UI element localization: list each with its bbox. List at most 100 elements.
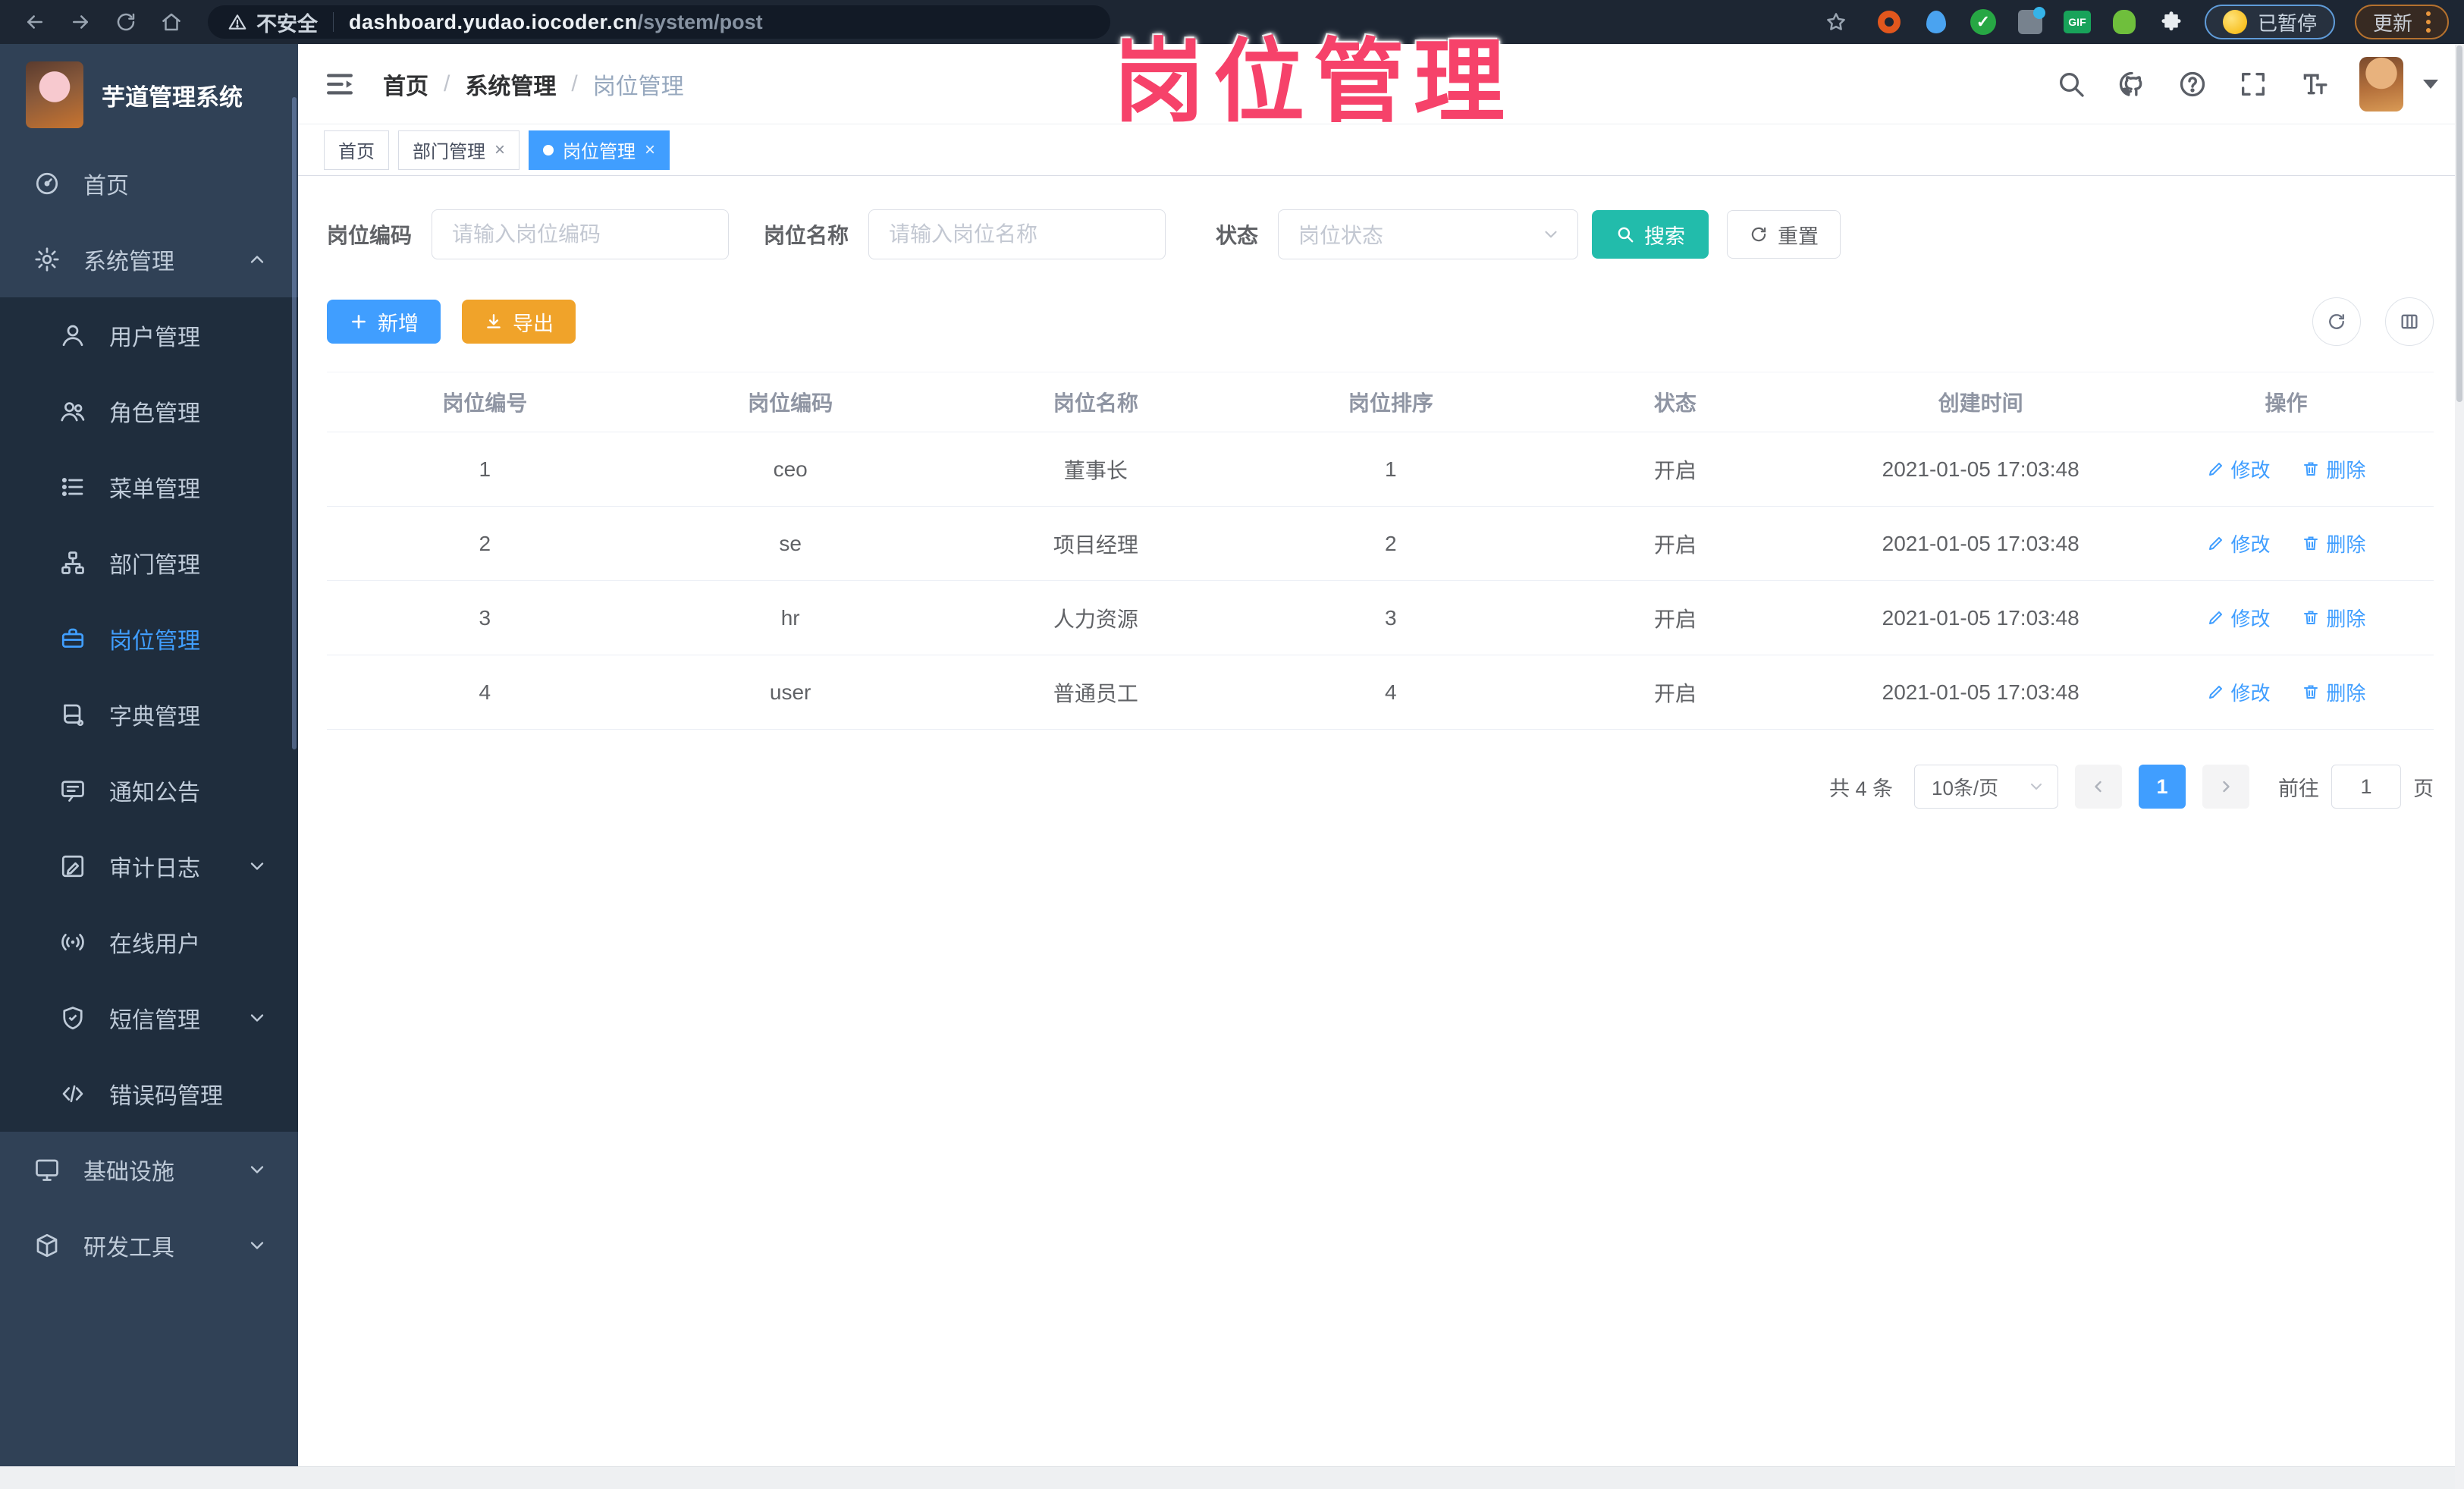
sidebar-item-notice[interactable]: 通知公告 bbox=[0, 752, 298, 828]
tab-post-management[interactable]: 岗位管理 × bbox=[529, 130, 670, 170]
chevron-down-icon bbox=[246, 856, 268, 877]
paused-extension-pill[interactable]: 已暂停 bbox=[2204, 5, 2335, 39]
download-icon bbox=[487, 314, 501, 328]
table-row: 4 user 普通员工 4 开启 2021-01-05 17:03:48 修改 … bbox=[327, 655, 2434, 730]
font-size-icon[interactable] bbox=[2299, 69, 2329, 99]
breadcrumb-system[interactable]: 系统管理 bbox=[465, 68, 556, 101]
sidebar-item-error-code[interactable]: 错误码管理 bbox=[0, 1056, 298, 1132]
close-icon[interactable]: × bbox=[645, 140, 655, 159]
add-button[interactable]: 新增 bbox=[327, 300, 441, 344]
fullscreen-icon[interactable] bbox=[2238, 69, 2268, 99]
sidebar-item-infrastructure[interactable]: 基础设施 bbox=[0, 1132, 298, 1208]
goto-page-input[interactable] bbox=[2331, 765, 2401, 809]
delete-link[interactable]: 删除 bbox=[2302, 455, 2365, 483]
sidebar-item-dept-management[interactable]: 部门管理 bbox=[0, 525, 298, 601]
trash-icon bbox=[2304, 536, 2318, 551]
chevron-right-icon bbox=[2223, 781, 2230, 793]
extension-gif-icon[interactable]: GIF bbox=[2063, 8, 2091, 36]
extension-donut-icon[interactable] bbox=[1875, 8, 1903, 36]
delete-link[interactable]: 删除 bbox=[2302, 529, 2365, 558]
browser-actions: ✓ GIF 已暂停 更新 bbox=[1816, 5, 2449, 39]
chevron-left-icon bbox=[2095, 781, 2101, 793]
refresh-table-button[interactable] bbox=[2312, 297, 2361, 346]
breadcrumb-separator: / bbox=[444, 71, 450, 96]
status-select[interactable]: 岗位状态 bbox=[1278, 209, 1579, 259]
export-button[interactable]: 导出 bbox=[462, 300, 576, 344]
scrollbar-thumb[interactable] bbox=[2456, 46, 2462, 402]
search-button[interactable]: 搜索 bbox=[1592, 210, 1709, 259]
sidebar-logo-row[interactable]: 芋道管理系统 bbox=[0, 44, 298, 146]
user-icon bbox=[59, 322, 86, 349]
active-dot bbox=[543, 144, 554, 155]
search-icon[interactable] bbox=[2056, 69, 2086, 99]
sidebar-item-dict-management[interactable]: 字典管理 bbox=[0, 677, 298, 752]
posts-table: 岗位编号 岗位编码 岗位名称 岗位排序 状态 创建时间 操作 1 ceo 董事长… bbox=[327, 372, 2434, 730]
forward-icon[interactable] bbox=[61, 5, 100, 39]
sidebar-item-system-management[interactable]: 系统管理 bbox=[0, 221, 298, 297]
chevron-down-icon bbox=[2031, 784, 2042, 790]
edit-square-icon bbox=[59, 853, 86, 880]
close-icon[interactable]: × bbox=[494, 140, 505, 159]
sidebar-item-sms-management[interactable]: 短信管理 bbox=[0, 980, 298, 1056]
sidebar-item-role-management[interactable]: 角色管理 bbox=[0, 373, 298, 449]
column-settings-button[interactable] bbox=[2385, 297, 2434, 346]
sidebar-item-menu-management[interactable]: 菜单管理 bbox=[0, 449, 298, 525]
delete-link[interactable]: 删除 bbox=[2302, 604, 2365, 632]
sidebar-item-home[interactable]: 首页 bbox=[0, 146, 298, 221]
post-name-label: 岗位名称 bbox=[764, 224, 849, 247]
reset-button[interactable]: 重置 bbox=[1727, 210, 1841, 259]
post-name-input[interactable] bbox=[868, 209, 1166, 259]
edit-link[interactable]: 修改 bbox=[2207, 529, 2271, 558]
page-scrollbar[interactable] bbox=[2455, 44, 2464, 1489]
page-number-1[interactable]: 1 bbox=[2139, 765, 2186, 809]
next-page-button[interactable] bbox=[2202, 765, 2249, 809]
pagination-total: 共 4 条 bbox=[1828, 777, 1893, 800]
trash-icon bbox=[2304, 611, 2318, 625]
sidebar-scrollbar[interactable] bbox=[292, 97, 297, 749]
browser-menu-icon[interactable] bbox=[2426, 11, 2431, 33]
bookmark-star-icon[interactable] bbox=[1816, 5, 1856, 39]
caret-down-icon[interactable] bbox=[2423, 79, 2438, 89]
pencil-icon bbox=[2208, 537, 2222, 551]
tab-home[interactable]: 首页 bbox=[324, 130, 389, 170]
extensions-puzzle-icon[interactable] bbox=[2158, 8, 2185, 36]
shield-icon bbox=[59, 1004, 86, 1032]
home-icon[interactable] bbox=[152, 5, 191, 39]
sidebar-item-dev-tools[interactable]: 研发工具 bbox=[0, 1208, 298, 1283]
page-size-select[interactable]: 10条/页 bbox=[1914, 765, 2058, 809]
reload-icon[interactable] bbox=[106, 5, 146, 39]
chrome-update-pill[interactable]: 更新 bbox=[2354, 5, 2449, 39]
paused-label: 已暂停 bbox=[2257, 11, 2317, 35]
sidebar-item-user-management[interactable]: 用户管理 bbox=[0, 297, 298, 373]
breadcrumb-home[interactable]: 首页 bbox=[383, 68, 428, 101]
tab-dept-management[interactable]: 部门管理 × bbox=[398, 130, 520, 170]
table-settings bbox=[2312, 297, 2434, 346]
edit-link[interactable]: 修改 bbox=[2207, 678, 2271, 706]
pencil-icon bbox=[2208, 611, 2222, 625]
delete-link[interactable]: 删除 bbox=[2302, 678, 2365, 706]
github-icon[interactable] bbox=[2117, 69, 2147, 99]
prev-page-button[interactable] bbox=[2075, 765, 2122, 809]
sidebar-item-audit-log[interactable]: 审计日志 bbox=[0, 828, 298, 904]
table-row: 2 se 项目经理 2 开启 2021-01-05 17:03:48 修改 删除 bbox=[327, 507, 2434, 581]
sidebar-item-post-management[interactable]: 岗位管理 bbox=[0, 601, 298, 677]
address-bar[interactable]: 不安全 dashboard.yudao.iocoder.cn /system/p… bbox=[208, 5, 1110, 39]
url-divider bbox=[333, 12, 334, 32]
extension-notify-icon[interactable] bbox=[2017, 7, 2045, 36]
help-icon[interactable] bbox=[2177, 69, 2208, 99]
extension-pin-icon[interactable] bbox=[1923, 8, 1950, 36]
chevron-down-icon bbox=[1545, 231, 1557, 238]
sidebar-item-online-users[interactable]: 在线用户 bbox=[0, 904, 298, 980]
extension-alien-icon[interactable] bbox=[2111, 8, 2138, 36]
post-code-input[interactable] bbox=[432, 209, 730, 259]
edit-link[interactable]: 修改 bbox=[2207, 604, 2271, 632]
extension-check-icon[interactable]: ✓ bbox=[1970, 8, 1997, 36]
avatar[interactable] bbox=[2359, 56, 2403, 112]
back-icon[interactable] bbox=[15, 5, 55, 39]
breadcrumb: 首页 / 系统管理 / 岗位管理 bbox=[383, 68, 684, 101]
pencil-icon bbox=[2208, 463, 2222, 476]
hamburger-icon[interactable] bbox=[324, 68, 356, 100]
security-chip[interactable]: 不安全 bbox=[228, 8, 318, 37]
edit-link[interactable]: 修改 bbox=[2207, 455, 2271, 483]
table-header-row: 岗位编号 岗位编码 岗位名称 岗位排序 状态 创建时间 操作 bbox=[327, 372, 2434, 432]
